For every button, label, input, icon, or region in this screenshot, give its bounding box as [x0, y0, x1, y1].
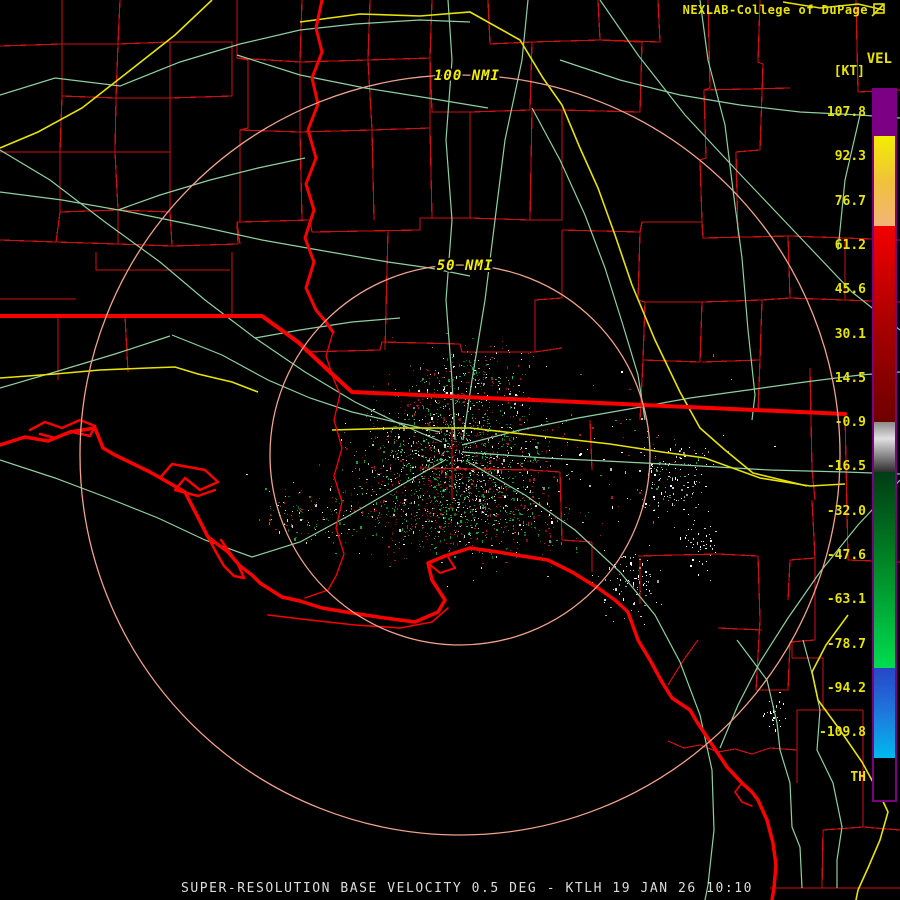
- attribution: NEXLAB-College of DuPage: [683, 3, 886, 17]
- ochlockonee-bay: [427, 556, 456, 574]
- colorbar-segment: [874, 472, 895, 668]
- colorbar-tick-label: -32.0: [826, 503, 866, 519]
- units-label: [KT]: [833, 64, 865, 79]
- colorbar: [872, 88, 897, 802]
- product-title: SUPER-RESOLUTION BASE VELOCITY 0.5 DEG -…: [181, 881, 753, 896]
- velocity-data-layer: [246, 333, 786, 732]
- colorbar-tick-label: -94.2: [826, 680, 866, 696]
- colorbar-tick-label: TH: [850, 769, 866, 785]
- colorbar-segment: [874, 136, 895, 226]
- river-lower: [304, 331, 345, 599]
- colorbar-segment: [874, 90, 895, 136]
- colorbar-tick-label: 92.3: [834, 149, 866, 165]
- colorbar-tick-label: 45.6: [834, 282, 866, 298]
- range-ring-100nmi: [79, 74, 841, 836]
- ring-label-50nmi: 50 NMI: [437, 258, 494, 274]
- coastline: [0, 426, 778, 900]
- colorbar-segment: [874, 668, 895, 758]
- colorbar-tick-label: 61.2: [834, 237, 866, 253]
- cod-logo-icon: [871, 3, 885, 17]
- colorbar-segment: [874, 226, 895, 422]
- colorbar-tick-label: 14.5: [834, 370, 866, 386]
- radar-display: 100 NMI 50 NMI NEXLAB-College of DuPage …: [0, 0, 900, 900]
- bay-st-andrew: [158, 462, 220, 498]
- colorbar-tick-label: 30.1: [834, 326, 866, 342]
- colorbar-tick-label: -63.1: [826, 592, 866, 608]
- colorbar-tick-label: 107.8: [826, 105, 866, 120]
- colorbar-segment: [874, 422, 895, 472]
- range-rings: [79, 74, 841, 836]
- ring-label-100nmi: 100 NMI: [434, 68, 500, 84]
- river-apalachicola: [303, 0, 335, 334]
- colorbar-tick-label: -109.8: [819, 725, 866, 741]
- attribution-text: NEXLAB-College of DuPage: [682, 3, 868, 17]
- colorbar-tick-label: -0.9: [834, 415, 866, 431]
- colorbar-tick-label: 76.7: [834, 193, 866, 209]
- colorbar-tick-label: -16.5: [826, 459, 866, 475]
- colorbar-tick-label: -78.7: [826, 636, 866, 652]
- roads-secondary: [0, 0, 900, 900]
- range-ring-labels: 100 NMI 50 NMI: [432, 66, 501, 276]
- colorbar-segment: [874, 758, 895, 800]
- radar-map: 100 NMI 50 NMI: [0, 0, 900, 900]
- colorbar-tick-label: -47.6: [826, 548, 866, 563]
- roads-highway: [0, 0, 889, 900]
- product-label: VEL: [866, 51, 892, 67]
